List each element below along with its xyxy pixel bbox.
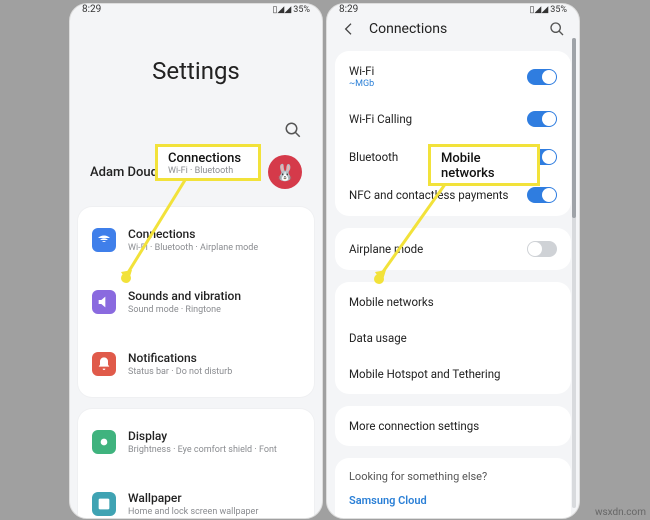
item-sub: Sound mode · Ringtone	[128, 305, 241, 315]
avatar[interactable]: 🐰	[268, 155, 302, 189]
bell-icon	[92, 352, 116, 376]
group-more: More connection settings	[335, 406, 571, 446]
wifi-icon	[92, 228, 116, 252]
item-sub: Home and lock screen wallpaper	[128, 507, 258, 517]
header: Connections	[327, 15, 579, 45]
row-title: Mobile networks	[349, 295, 434, 309]
row-data-usage[interactable]: Data usage	[335, 320, 571, 356]
row-title: Bluetooth	[349, 150, 398, 164]
scrollbar-track	[572, 38, 576, 508]
battery-text: 35%	[550, 5, 567, 15]
callout-title: Connections	[168, 151, 248, 166]
callout-mobile-networks: Mobile networks	[428, 144, 540, 186]
callout-sub: Wi-Fi · Bluetooth	[168, 166, 248, 176]
status-time: 8:29	[339, 4, 358, 15]
settings-item-notifications[interactable]: Notifications Status bar · Do not distur…	[78, 341, 314, 387]
settings-item-display[interactable]: Display Brightness · Eye comfort shield …	[78, 419, 314, 465]
page-title: Settings	[70, 15, 322, 121]
row-hotspot[interactable]: Mobile Hotspot and Tethering	[335, 356, 571, 392]
nfc-toggle[interactable]	[527, 187, 557, 203]
row-title: Wi-Fi Calling	[349, 112, 412, 126]
callout-title: Mobile networks	[441, 151, 527, 181]
row-title: Mobile Hotspot and Tethering	[349, 367, 501, 381]
row-title: Wi-Fi	[349, 64, 374, 78]
wallpaper-icon	[92, 492, 116, 516]
row-wifi-calling[interactable]: Wi-Fi Calling	[335, 100, 571, 138]
item-sub: Brightness · Eye comfort shield · Font	[128, 445, 277, 455]
link-samsung-cloud[interactable]: Samsung Cloud	[335, 489, 571, 512]
search-icon[interactable]	[549, 21, 565, 37]
signal-icon: ▯◢◢	[529, 5, 548, 15]
header-title: Connections	[369, 21, 537, 37]
back-icon[interactable]	[341, 21, 357, 37]
row-title: More connection settings	[349, 419, 479, 433]
status-time: 8:29	[82, 4, 101, 15]
airplane-toggle[interactable]	[527, 241, 557, 257]
status-right: ▯◢◢ 35%	[529, 5, 567, 15]
settings-item-wallpaper[interactable]: Wallpaper Home and lock screen wallpaper	[78, 481, 314, 519]
item-title: Display	[128, 429, 277, 443]
item-title: Notifications	[128, 351, 232, 365]
scrollbar-thumb[interactable]	[572, 38, 576, 218]
display-card: Display Brightness · Eye comfort shield …	[78, 409, 314, 519]
looking-title: Looking for something else?	[335, 466, 571, 489]
display-icon	[92, 430, 116, 454]
status-bar: 8:29 ▯◢◢ 35%	[327, 4, 579, 15]
link-location[interactable]: Location	[335, 512, 571, 519]
sound-icon	[92, 290, 116, 314]
wifi-toggle[interactable]	[527, 69, 557, 85]
group-network: Mobile networks Data usage Mobile Hotspo…	[335, 282, 571, 394]
arrow-dot-mobile-networks	[374, 274, 384, 284]
wifi-calling-toggle[interactable]	[527, 111, 557, 127]
group-looking: Looking for something else? Samsung Clou…	[335, 458, 571, 519]
battery-text: 35%	[293, 5, 310, 15]
row-more-settings[interactable]: More connection settings	[335, 408, 571, 444]
row-mobile-networks[interactable]: Mobile networks	[335, 284, 571, 320]
status-right: ▯◢◢ 35%	[272, 5, 310, 15]
row-title: Data usage	[349, 331, 407, 345]
item-title: Wallpaper	[128, 491, 258, 505]
search-icon[interactable]	[284, 121, 302, 139]
status-bar: 8:29 ▯◢◢ 35%	[70, 4, 322, 15]
watermark: wsxdn.com	[595, 507, 646, 518]
callout-connections: Connections Wi-Fi · Bluetooth	[155, 144, 261, 181]
search-row	[70, 121, 322, 145]
arrow-dot-connections	[121, 273, 131, 283]
signal-icon: ▯◢◢	[272, 5, 291, 15]
row-sub: ~MGb	[349, 79, 374, 89]
row-wifi[interactable]: Wi-Fi ~MGb	[335, 53, 571, 100]
item-sub: Status bar · Do not disturb	[128, 367, 232, 377]
